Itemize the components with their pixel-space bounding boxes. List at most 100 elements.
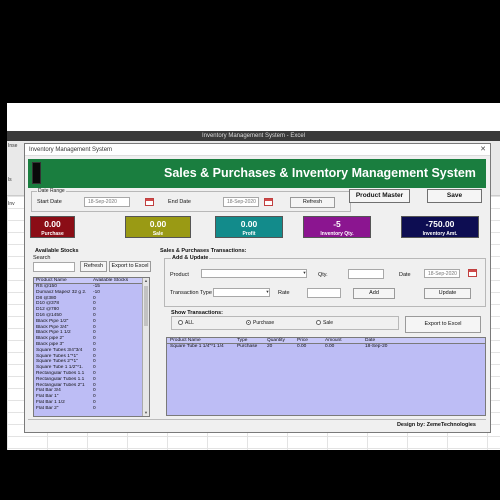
transactions-title: Sales & Purchases Transactions: bbox=[160, 248, 247, 254]
add-update-frame: Add & Update Product ▼ Qty. Date 18-Sep-… bbox=[164, 255, 486, 307]
qty-field[interactable] bbox=[348, 269, 384, 279]
tx-col-date: Date bbox=[365, 338, 376, 343]
chevron-down-icon[interactable]: ▼ bbox=[301, 269, 308, 278]
banner-title: Sales & Purchases & Inventory Management… bbox=[164, 166, 476, 180]
radio-dot bbox=[178, 320, 183, 325]
calendar-icon[interactable] bbox=[145, 198, 154, 206]
chevron-down-icon[interactable]: ▼ bbox=[264, 288, 271, 297]
stock-row[interactable]: Flat Bar 2" 0 bbox=[34, 406, 149, 412]
scroll-down-icon[interactable]: ▼ bbox=[143, 410, 149, 416]
purchase-caption: Purchase bbox=[41, 231, 64, 237]
stocks-scrollbar[interactable]: ▲ ▼ bbox=[142, 278, 149, 416]
stocks-refresh-button[interactable]: Refresh bbox=[80, 261, 107, 272]
purchase-value: 0.00 bbox=[44, 219, 61, 229]
rate-label: Rate bbox=[278, 290, 290, 296]
footer: Design by: ZemeTechnologies bbox=[28, 419, 486, 429]
excel-cell-text: Inv bbox=[8, 201, 15, 207]
radio-sale-label: Sale bbox=[323, 320, 334, 326]
purchase-card: 0.00 Purchase bbox=[30, 216, 75, 238]
stock-product-name: Flat Bar 2" bbox=[36, 405, 59, 411]
date-range-legend: Date Range bbox=[37, 188, 66, 194]
product-label: Product bbox=[170, 272, 189, 278]
end-date-label: End Date bbox=[168, 199, 191, 205]
transaction-date-field[interactable]: 18-Sep-2020 bbox=[424, 269, 460, 278]
inventory-amt-card: -750.00 Inventory Amt. bbox=[401, 216, 479, 238]
logo-icon bbox=[32, 162, 41, 184]
inventory-amt-value: -750.00 bbox=[425, 219, 455, 229]
tx-col-type: Type bbox=[237, 338, 248, 343]
banner: Sales & Purchases & Inventory Management… bbox=[28, 159, 486, 188]
start-date-field[interactable]: 18-Sep-2020 bbox=[84, 197, 130, 207]
radio-purchase-label: Purchase bbox=[253, 320, 275, 326]
save-button[interactable]: Save bbox=[427, 189, 482, 203]
sale-value: 0.00 bbox=[149, 219, 167, 229]
stocks-export-button[interactable]: Export to Excel bbox=[109, 261, 151, 272]
inventory-qty-card: -5 Inventory Qty. bbox=[303, 216, 371, 238]
dialog-title-bar: Inventory Management System ✕ bbox=[25, 144, 490, 156]
start-date-label: Start Date bbox=[37, 199, 62, 205]
radio-purchase[interactable]: Purchase bbox=[246, 320, 274, 326]
update-button[interactable]: Update bbox=[424, 288, 471, 299]
refresh-button[interactable]: Refresh bbox=[290, 197, 335, 208]
tx-col-quantity: Quantity bbox=[267, 338, 285, 343]
inventory-dialog: Inventory Management System ✕ Sales & Pu… bbox=[24, 143, 491, 433]
dialog-title: Inventory Management System bbox=[29, 147, 113, 153]
product-combo[interactable] bbox=[201, 269, 307, 278]
profit-value: 0.00 bbox=[240, 219, 258, 229]
tx-col-price: Price bbox=[297, 338, 308, 343]
sale-caption: Sale bbox=[152, 231, 164, 237]
radio-all-label: ALL bbox=[185, 320, 194, 326]
sale-card: 0.00 Sale bbox=[125, 216, 191, 238]
excel-title: Inventory Management System - Excel bbox=[7, 131, 500, 141]
radio-all[interactable]: ALL bbox=[178, 320, 194, 326]
transaction-row[interactable]: Square Tube 1 1/4"*1 1/4 Purchase 20 0.00 0.… bbox=[167, 344, 485, 350]
tx-amount: 0.00 bbox=[325, 344, 335, 349]
design-credit: Design by: ZemeTechnologies bbox=[396, 422, 476, 428]
stocks-rows: RS @150 -15 Dumaxz Mapeiz 32 g 2. -10 D8 @38… bbox=[34, 284, 149, 412]
date-range-group: Date Range Start Date 18-Sep-2020 End Da… bbox=[31, 188, 351, 212]
inventory-amt-caption: Inventory Amt. bbox=[422, 231, 458, 237]
end-date-field[interactable]: 18-Sep-2020 bbox=[223, 197, 259, 207]
inventory-qty-caption: Inventory Qty. bbox=[320, 231, 354, 237]
tx-date: 18-Sep-20 bbox=[365, 344, 388, 349]
calendar-icon[interactable] bbox=[264, 198, 273, 206]
tx-quantity: 20 bbox=[267, 344, 273, 349]
tx-col-product: Product Name bbox=[170, 338, 201, 343]
radio-sale[interactable]: Sale bbox=[316, 320, 333, 326]
calendar-icon[interactable] bbox=[468, 269, 477, 277]
transactions-list[interactable]: Product Name Type Quantity Price Amount … bbox=[166, 337, 486, 416]
product-master-button[interactable]: Product Master bbox=[349, 189, 410, 203]
transactions-rows: Square Tube 1 1/4"*1 1/4 Purchase 20 0.00 0.… bbox=[167, 344, 485, 350]
radio-dot-selected bbox=[246, 320, 251, 325]
stocks-list[interactable]: Product Name Available Stocks RS @150 -15… bbox=[33, 277, 150, 417]
scroll-up-icon[interactable]: ▲ bbox=[143, 278, 149, 284]
transaction-type-combo[interactable] bbox=[213, 288, 270, 297]
show-transactions-frame: ALL Purchase Sale bbox=[171, 316, 399, 330]
excel-ribbon-text: ls bbox=[8, 177, 12, 183]
tx-type: Purchase bbox=[237, 344, 258, 349]
profit-caption: Profit bbox=[242, 231, 256, 237]
screen: Inventory Management System - Excel Inse… bbox=[0, 0, 500, 500]
date-label: Date bbox=[399, 272, 411, 278]
search-label: Search bbox=[33, 255, 51, 261]
close-icon[interactable]: ✕ bbox=[480, 144, 486, 156]
radio-dot bbox=[316, 320, 321, 325]
add-update-title: Add & Update bbox=[171, 255, 210, 261]
qty-label: Qty. bbox=[318, 272, 328, 278]
stock-available: 0 bbox=[93, 405, 96, 411]
search-input[interactable] bbox=[33, 262, 75, 272]
stocks-col-available: Available Stocks bbox=[93, 278, 129, 283]
profit-card: 0.00 Profit bbox=[215, 216, 283, 238]
rate-field[interactable] bbox=[307, 288, 341, 298]
stocks-col-product: Product Name bbox=[36, 278, 67, 283]
tx-price: 0.00 bbox=[297, 344, 307, 349]
transactions-export-button[interactable]: Export to Excel bbox=[405, 316, 481, 333]
transaction-type-label: Transaction Type bbox=[170, 290, 212, 296]
excel-ribbon-text: Inse bbox=[8, 143, 18, 149]
tx-product: Square Tube 1 1/4"*1 1/4 bbox=[170, 344, 224, 349]
scroll-thumb[interactable] bbox=[144, 286, 148, 326]
inventory-qty-value: -5 bbox=[333, 219, 341, 229]
add-button[interactable]: Add bbox=[353, 288, 395, 299]
tx-col-amount: Amount bbox=[325, 338, 342, 343]
available-stocks-title: Available Stocks bbox=[35, 248, 79, 254]
